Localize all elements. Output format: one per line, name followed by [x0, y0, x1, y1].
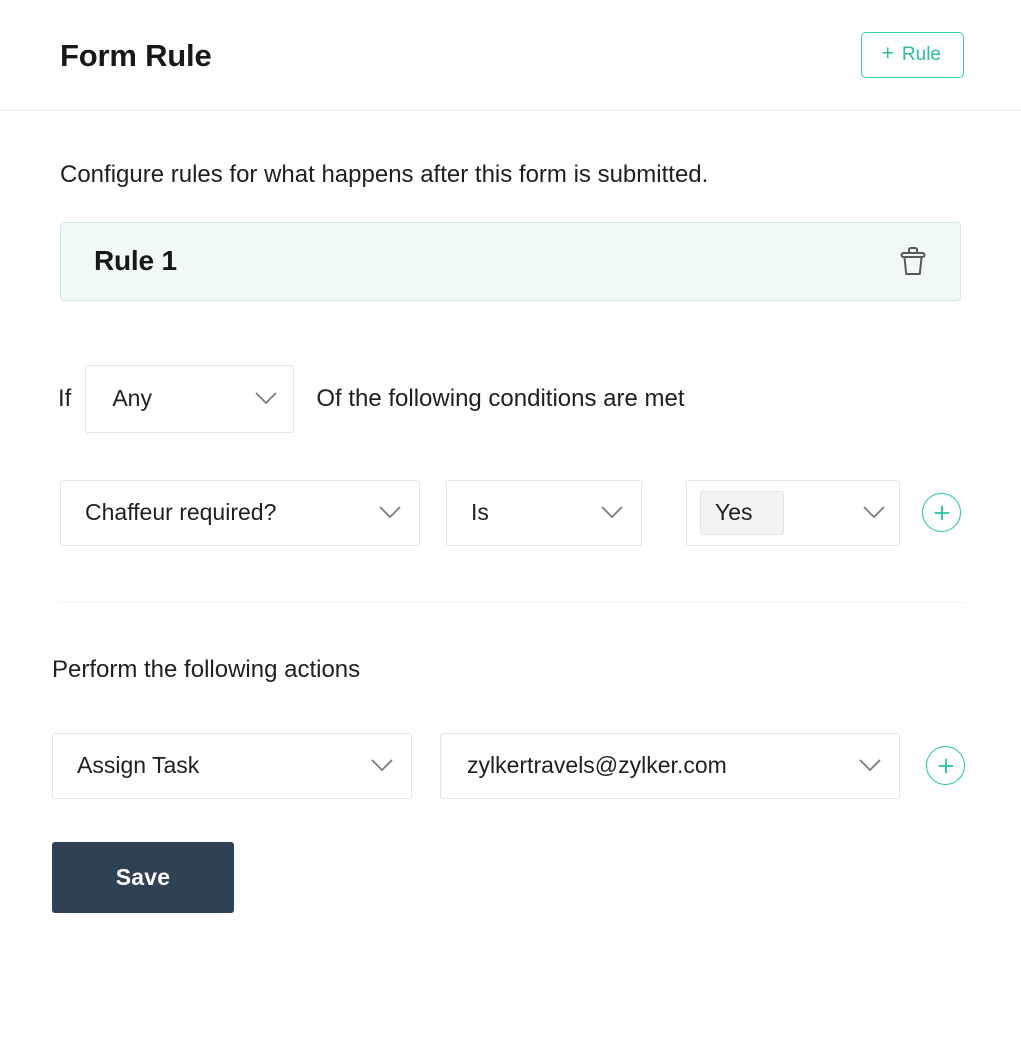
condition-value-select[interactable]: Yes	[686, 480, 900, 546]
plus-circle-icon	[931, 502, 953, 524]
condition-operator-select[interactable]: Is	[446, 480, 642, 546]
action-assignee-select[interactable]: zylkertravels@zylker.com	[440, 733, 900, 799]
delete-rule-button[interactable]	[896, 243, 930, 279]
save-button[interactable]: Save	[52, 842, 234, 913]
plus-circle-icon	[935, 755, 957, 777]
page-subtitle: Configure rules for what happens after t…	[0, 111, 1021, 190]
action-type-select[interactable]: Assign Task	[52, 733, 412, 799]
condition-operator-value: Is	[471, 501, 489, 524]
rule-header-bar: Rule 1	[60, 222, 961, 301]
page-header: Form Rule + Rule	[0, 0, 1021, 111]
add-action-button[interactable]	[926, 746, 965, 785]
match-type-value: Any	[112, 387, 152, 410]
page-title: Form Rule	[60, 40, 212, 71]
add-condition-button[interactable]	[922, 493, 961, 532]
actions-heading: Perform the following actions	[0, 603, 1021, 685]
chevron-down-icon	[859, 759, 881, 772]
action-type-value: Assign Task	[77, 754, 199, 777]
trash-icon	[898, 245, 928, 277]
if-label: If	[58, 387, 71, 411]
chevron-down-icon	[601, 506, 623, 519]
condition-value-chip: Yes	[700, 491, 784, 535]
condition-field-select[interactable]: Chaffeur required?	[60, 480, 420, 546]
condition-row: Chaffeur required? Is Yes	[0, 480, 1021, 546]
chevron-down-icon	[371, 759, 393, 772]
conditions-suffix-label: Of the following conditions are met	[316, 387, 684, 411]
chevron-down-icon	[379, 506, 401, 519]
plus-icon: +	[882, 43, 894, 64]
match-type-select[interactable]: Any	[85, 365, 294, 433]
chevron-down-icon	[863, 506, 885, 519]
page-body: Configure rules for what happens after t…	[0, 111, 1021, 913]
add-rule-button-label: Rule	[902, 45, 941, 64]
condition-field-value: Chaffeur required?	[85, 501, 276, 524]
chevron-down-icon	[255, 392, 277, 405]
rule-title: Rule 1	[94, 247, 177, 275]
action-row: Assign Task zylkertravels@zylker.com	[0, 733, 1021, 799]
condition-logic-row: If Any Of the following conditions are m…	[0, 365, 1021, 433]
add-rule-button[interactable]: + Rule	[861, 32, 964, 78]
action-assignee-value: zylkertravels@zylker.com	[467, 754, 727, 777]
